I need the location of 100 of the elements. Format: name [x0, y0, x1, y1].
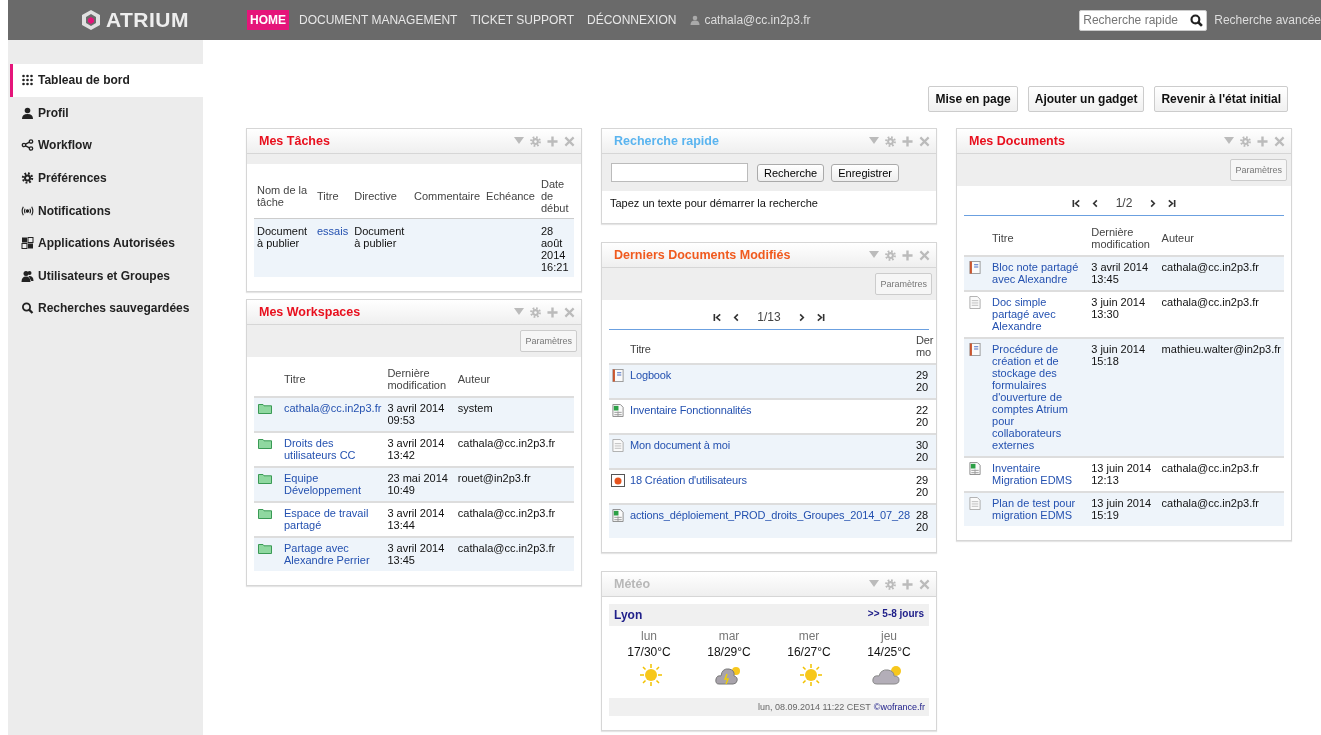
toolbar-button[interactable]: Ajouter un gadget	[1027, 86, 1145, 112]
presentation-icon	[611, 474, 625, 487]
table-cell: 28 20	[915, 504, 936, 538]
sidebar-item[interactable]: Utilisateurs et Groupes	[10, 259, 203, 293]
source-link[interactable]: ©wofrance.fr	[873, 702, 925, 712]
settings-icon[interactable]	[530, 306, 541, 318]
last-page-icon[interactable]	[815, 312, 825, 322]
last-page-icon[interactable]	[1167, 198, 1177, 208]
user-icon	[690, 15, 701, 25]
first-page-icon[interactable]	[1071, 198, 1081, 208]
add-icon[interactable]	[1257, 135, 1268, 147]
table-cell: system	[454, 397, 574, 432]
settings-icon[interactable]	[530, 135, 541, 147]
collapse-icon[interactable]	[869, 580, 879, 588]
column-header: Commentaire	[411, 174, 484, 219]
column-header: Dernière modification	[384, 357, 455, 397]
document-link[interactable]: Partage avec Alexandre Perrier	[284, 542, 382, 566]
toolbar-button[interactable]: Revenir à l'état initial	[1154, 86, 1288, 112]
document-link[interactable]: Espace de travail partagé	[284, 507, 382, 531]
add-icon[interactable]	[902, 135, 913, 147]
folder-icon	[258, 402, 272, 415]
day-name: mar	[718, 629, 740, 643]
temperature: 17/30°C	[627, 645, 671, 659]
document-link[interactable]: Mon document à moi	[630, 439, 913, 451]
folder-icon	[258, 472, 272, 485]
sidebar-item[interactable]: Notifications	[10, 194, 203, 227]
add-icon[interactable]	[902, 578, 913, 590]
document-link[interactable]: Bloc note partagé avec Alexandre	[992, 261, 1086, 285]
search-input[interactable]	[611, 163, 748, 182]
settings-icon[interactable]	[885, 249, 896, 261]
close-icon[interactable]	[1274, 135, 1285, 147]
add-icon[interactable]	[902, 249, 913, 261]
sidebar-item[interactable]: Préférences	[10, 161, 203, 195]
user-name: cathala@cc.in2p3.fr	[704, 13, 811, 27]
close-icon[interactable]	[919, 249, 930, 261]
sidebar-item[interactable]: Tableau de bord	[10, 64, 203, 97]
sidebar-item[interactable]: Workflow	[10, 129, 203, 162]
table-cell: 28 août 2014 16:21	[538, 218, 574, 277]
sidebar-item[interactable]: Profil	[10, 96, 203, 130]
gadget-title: Derniers Documents Modifiés	[614, 248, 792, 262]
column-header: Titre	[314, 174, 352, 219]
settings-icon[interactable]	[885, 578, 896, 590]
settings-button[interactable]: Paramètres	[875, 273, 932, 295]
table-cell: cathala@cc.in2p3.fr	[1158, 492, 1284, 526]
collapse-icon[interactable]	[869, 251, 879, 259]
close-icon[interactable]	[564, 306, 575, 318]
first-page-icon[interactable]	[713, 312, 723, 322]
table-cell: cathala@cc.in2p3.fr	[454, 537, 574, 571]
next-page-icon[interactable]	[1148, 198, 1158, 208]
table-cell: 3 avril 2014 09:53	[384, 397, 455, 432]
search-icon[interactable]	[1190, 13, 1204, 27]
table-cell: rouet@in2p3.fr	[454, 467, 574, 502]
add-icon[interactable]	[547, 135, 558, 147]
sidebar-item[interactable]: Recherches sauvegardées	[10, 292, 203, 325]
table-cell: Document à publier	[351, 218, 412, 277]
settings-button[interactable]: Paramètres	[520, 330, 577, 352]
document-link[interactable]: Droits des utilisateurs CC	[284, 437, 382, 461]
document-link[interactable]: Inventaire Migration EDMS	[992, 462, 1086, 486]
collapse-icon[interactable]	[1224, 137, 1234, 145]
notebook-icon	[968, 343, 982, 356]
document-link[interactable]: 18 Création d'utilisateurs	[630, 474, 913, 486]
gadget-title: Météo	[614, 577, 652, 591]
nav-link[interactable]: DOCUMENT MANAGEMENT	[296, 10, 461, 30]
settings-icon[interactable]	[885, 135, 896, 147]
nav-link[interactable]: HOME	[247, 10, 289, 30]
document-link[interactable]: Equipe Développement	[284, 472, 382, 496]
document-link[interactable]: Logbook	[630, 369, 913, 381]
forecast-link[interactable]: >> 5-8 jours	[867, 608, 924, 622]
settings-icon[interactable]	[1240, 135, 1251, 147]
document-link[interactable]: actions_déploiement_PROD_droits_Groupes_2014_07_28	[630, 509, 913, 521]
table-cell: 3 avril 2014 13:45	[1088, 256, 1159, 291]
document-link[interactable]: Doc simple partagé avec Alexandre	[992, 296, 1086, 332]
toolbar-button[interactable]: Mise en page	[928, 86, 1018, 112]
search-button[interactable]: Recherche	[757, 163, 825, 182]
previous-page-icon[interactable]	[1090, 198, 1100, 208]
document-link[interactable]: Plan de test pour migration EDMS	[992, 497, 1086, 521]
collapse-icon[interactable]	[514, 137, 524, 145]
add-icon[interactable]	[547, 306, 558, 318]
column-header: Dernière modification	[1088, 216, 1159, 256]
search-button[interactable]: Enregistrer	[831, 163, 899, 182]
collapse-icon[interactable]	[869, 137, 879, 145]
document-link[interactable]: cathala@cc.in2p3.fr	[284, 402, 382, 414]
close-icon[interactable]	[919, 578, 930, 590]
nav-link[interactable]: DÉCONNEXION	[584, 10, 680, 30]
close-icon[interactable]	[564, 135, 575, 147]
broadcast-icon	[21, 204, 34, 217]
close-icon[interactable]	[919, 135, 930, 147]
spreadsheet-icon	[968, 462, 982, 475]
document-link[interactable]: Inventaire Fonctionnalités	[630, 404, 913, 416]
document-link[interactable]: Procédure de création et de stockage des formulaires d'ouverture de comptes Atrium pour collaborateurs externes	[992, 343, 1086, 451]
task-link[interactable]: essais	[317, 225, 349, 237]
gadget-title: Recherche rapide	[614, 134, 720, 148]
table-cell: 3 avril 2014 13:42	[384, 432, 455, 467]
advanced-search-link[interactable]: Recherche avancée	[1214, 13, 1321, 27]
table-cell: cathala@cc.in2p3.fr	[1158, 291, 1284, 338]
collapse-icon[interactable]	[514, 308, 524, 316]
sidebar-item[interactable]: Applications Autorisées	[10, 226, 203, 260]
quick-search-field[interactable]: Recherche rapide	[1079, 9, 1208, 31]
nav-link[interactable]: TICKET SUPPORT	[467, 10, 578, 30]
settings-button[interactable]: Paramètres	[1230, 159, 1287, 181]
